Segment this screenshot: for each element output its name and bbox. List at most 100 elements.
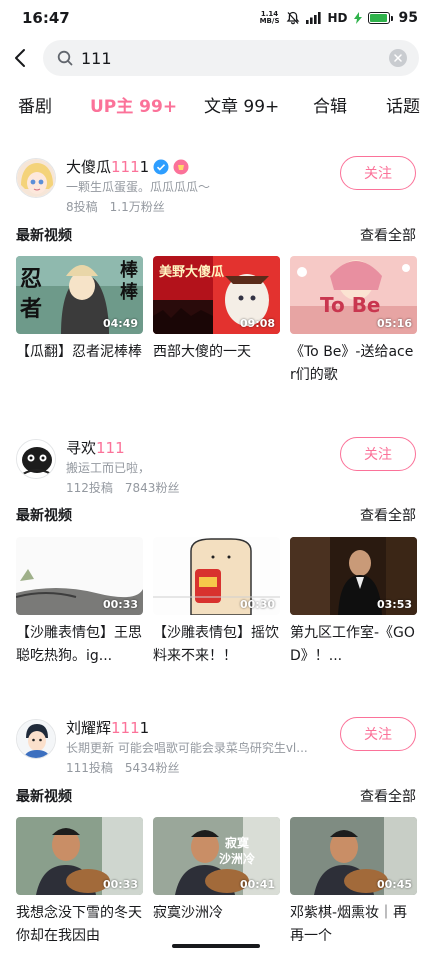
- up-user-row[interactable]: 刘耀辉 111 1 长期更新 可能会唱歌可能会录菜鸟研究生vl... 111投稿 5…: [16, 717, 416, 781]
- video-duration: 00:30: [239, 598, 275, 611]
- svg-text:寂寞: 寂寞: [225, 835, 250, 850]
- up-signature: 长期更新 可能会唱歌可能会录菜鸟研究生vl...: [66, 741, 308, 755]
- video-count: 111投稿: [66, 761, 113, 775]
- latest-videos-header: 最新视频 查看全部: [16, 503, 416, 527]
- video-duration: 00:33: [102, 598, 138, 611]
- back-arrow-icon[interactable]: [10, 43, 30, 73]
- video-title[interactable]: 寂寞沙洲冷: [153, 902, 280, 948]
- video-thumbnail[interactable]: 00:33: [16, 817, 143, 895]
- video-item[interactable]: To Be 05:16 《To Be》-送给acer们的歌: [290, 256, 417, 387]
- up-name: 大傻瓜 111 1: [66, 156, 189, 177]
- video-item[interactable]: 00:30 【沙雕表情包】摇饮料来不来！！: [153, 537, 280, 668]
- follow-button[interactable]: 关注: [340, 156, 416, 190]
- up-signature: 搬运工而已啦，: [66, 461, 151, 475]
- search-box[interactable]: [43, 40, 419, 76]
- verified-icon: [153, 159, 169, 174]
- home-indicator[interactable]: [172, 944, 260, 948]
- video-item[interactable]: 忍者 棒棒 04:49 【瓜翻】忍者泥棒棒: [16, 256, 143, 387]
- video-duration: 05:16: [376, 317, 412, 330]
- hd-indicator: HD: [327, 11, 348, 25]
- video-list: 00:33 【沙雕表情包】王思聪吃热狗。ig... 00:30 【沙雕表情包】摇…: [16, 537, 417, 668]
- avatar[interactable]: [16, 719, 56, 759]
- tab-article[interactable]: 文章 99+: [204, 92, 279, 117]
- battery-icon: [367, 12, 393, 24]
- fans-count: 5434粉丝: [124, 761, 180, 775]
- video-thumbnail[interactable]: 00:30: [153, 537, 280, 615]
- level-badge-icon: [173, 159, 189, 174]
- status-time: 16:47: [22, 9, 70, 27]
- follow-button[interactable]: 关注: [340, 437, 416, 471]
- video-item[interactable]: 寂寞 沙洲冷 00:41 寂寞沙洲冷: [153, 817, 280, 948]
- video-thumbnail[interactable]: 03:53: [290, 537, 417, 615]
- video-item[interactable]: 00:45 邓紫棋-烟熏妆｜再再一个: [290, 817, 417, 948]
- status-icons: 1.14 MB/S HD 95: [260, 10, 418, 26]
- video-title[interactable]: 邓紫棋-烟熏妆｜再再一个: [290, 902, 417, 948]
- up-name: 刘耀辉 111 1: [66, 718, 150, 738]
- video-thumbnail[interactable]: 00:45: [290, 817, 417, 895]
- mute-bell-icon: [286, 11, 299, 25]
- search-input[interactable]: [81, 48, 389, 68]
- video-title[interactable]: 【瓜翻】忍者泥棒棒: [16, 341, 143, 387]
- section-title: 最新视频: [16, 228, 72, 244]
- svg-text:美野大傻瓜: 美野大傻瓜: [159, 264, 224, 280]
- video-thumbnail[interactable]: 忍者 棒棒 04:49: [16, 256, 143, 334]
- charging-icon: [353, 12, 362, 24]
- tab-topic[interactable]: 话题: [386, 92, 420, 117]
- video-count: 8投稿: [66, 200, 98, 214]
- latest-videos-header: 最新视频 查看全部: [16, 223, 416, 247]
- search-row: [0, 40, 432, 76]
- follow-button[interactable]: 关注: [340, 717, 416, 751]
- signal-4g-icon: [305, 12, 321, 24]
- see-all-link[interactable]: 查看全部: [360, 786, 416, 806]
- video-count: 112投稿: [66, 481, 113, 495]
- video-duration: 00:33: [102, 878, 138, 891]
- video-title[interactable]: 【沙雕表情包】摇饮料来不来！！: [153, 622, 280, 668]
- search-tabs: 番剧 UP主 99+ 文章 99+ 合辑 话题: [0, 88, 432, 122]
- video-thumbnail[interactable]: To Be 05:16: [290, 256, 417, 334]
- fans-count: 1.1万粉丝: [109, 200, 165, 214]
- video-item[interactable]: 00:33 【沙雕表情包】王思聪吃热狗。ig...: [16, 537, 143, 668]
- video-title[interactable]: 西部大傻的一天: [153, 341, 280, 387]
- video-thumbnail[interactable]: 寂寞 沙洲冷 00:41: [153, 817, 280, 895]
- tab-bangumi[interactable]: 番剧: [18, 92, 52, 117]
- video-title[interactable]: 我想念没下雪的冬天 你却在我因由: [16, 902, 143, 948]
- video-title[interactable]: 《To Be》-送给acer们的歌: [290, 341, 417, 387]
- avatar[interactable]: [16, 439, 56, 479]
- tab-collection[interactable]: 合辑: [313, 92, 347, 117]
- latest-videos-header: 最新视频 查看全部: [16, 784, 416, 808]
- video-duration: 04:49: [102, 317, 138, 330]
- section-title: 最新视频: [16, 508, 72, 524]
- up-stats: 8投稿 1.1万粉丝: [66, 198, 165, 215]
- svg-text:沙洲冷: 沙洲冷: [219, 851, 255, 866]
- video-duration: 09:08: [239, 317, 275, 330]
- video-list: 忍者 棒棒 04:49 【瓜翻】忍者泥棒棒 美野大傻瓜 09:08 西部大傻的一天…: [16, 256, 417, 387]
- up-signature: 一颗生瓜蛋蛋。瓜瓜瓜瓜～: [66, 180, 211, 194]
- fans-count: 7843粉丝: [124, 481, 180, 495]
- clear-icon[interactable]: [389, 49, 407, 67]
- svg-text:To Be: To Be: [320, 293, 381, 317]
- up-user-row[interactable]: 寻欢 111 搬运工而已啦， 112投稿 7843粉丝 关注: [16, 437, 416, 501]
- video-title[interactable]: 【沙雕表情包】王思聪吃热狗。ig...: [16, 622, 143, 668]
- video-item[interactable]: 03:53 第九区工作室-《GOD》！...: [290, 537, 417, 668]
- status-bar: 16:47 1.14 MB/S HD 95: [0, 0, 432, 36]
- network-speed: 1.14 MB/S: [259, 10, 280, 25]
- svg-text:忍: 忍: [20, 267, 42, 292]
- up-stats: 112投稿 7843粉丝: [66, 479, 179, 496]
- video-duration: 00:45: [376, 878, 412, 891]
- video-thumbnail[interactable]: 00:33: [16, 537, 143, 615]
- tab-up[interactable]: UP主 99+: [90, 92, 177, 117]
- video-duration: 03:53: [376, 598, 412, 611]
- up-user-row[interactable]: 大傻瓜 111 1 一颗生瓜蛋蛋。瓜瓜瓜瓜～ 8投稿 1.1万粉丝 关注: [16, 156, 416, 220]
- video-title[interactable]: 第九区工作室-《GOD》！...: [290, 622, 417, 668]
- video-item[interactable]: 00:33 我想念没下雪的冬天 你却在我因由: [16, 817, 143, 948]
- svg-text:棒: 棒: [120, 281, 139, 303]
- avatar[interactable]: [16, 158, 56, 198]
- video-item[interactable]: 美野大傻瓜 09:08 西部大傻的一天: [153, 256, 280, 387]
- search-icon: [57, 50, 73, 66]
- video-thumbnail[interactable]: 美野大傻瓜 09:08: [153, 256, 280, 334]
- see-all-link[interactable]: 查看全部: [360, 505, 416, 525]
- section-title: 最新视频: [16, 789, 72, 805]
- battery-percent: 95: [398, 10, 418, 26]
- svg-text:者: 者: [19, 297, 42, 322]
- see-all-link[interactable]: 查看全部: [360, 225, 416, 245]
